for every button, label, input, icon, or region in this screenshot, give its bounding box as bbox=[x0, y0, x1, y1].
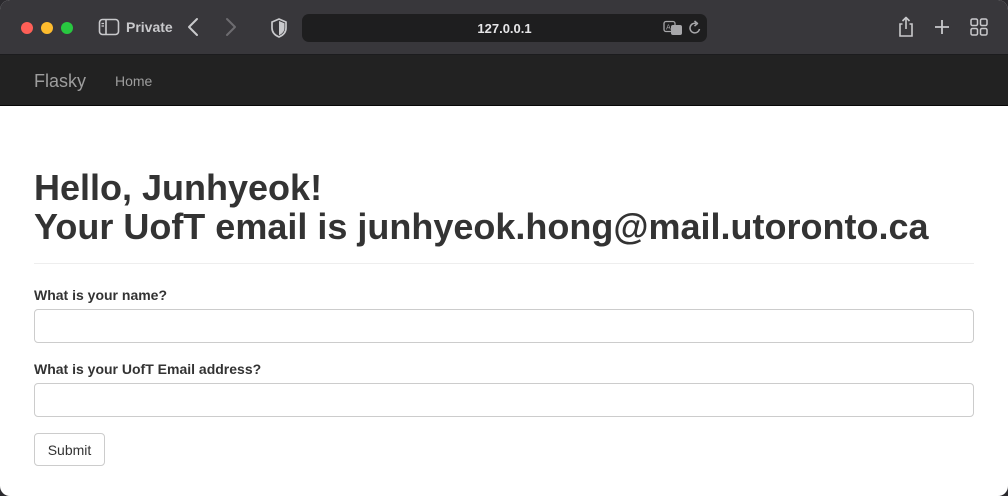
navbar-brand[interactable]: Flasky bbox=[34, 71, 86, 92]
page-header: Hello, Junhyeok! Your UofT email is junh… bbox=[34, 168, 974, 246]
header-divider bbox=[34, 263, 974, 264]
name-input[interactable] bbox=[34, 309, 974, 343]
svg-text:A: A bbox=[666, 24, 671, 32]
reload-icon[interactable] bbox=[688, 20, 702, 36]
url-text: 127.0.0.1 bbox=[477, 21, 532, 36]
shield-icon[interactable] bbox=[268, 17, 290, 39]
site-navbar: Flasky Home bbox=[0, 55, 1008, 106]
greeting-heading: Hello, Junhyeok! Your UofT email is junh… bbox=[34, 168, 974, 246]
back-icon[interactable] bbox=[184, 16, 204, 38]
tab-overview-icon[interactable] bbox=[970, 18, 988, 36]
sidebar-icon[interactable] bbox=[98, 18, 120, 36]
nav-link-home[interactable]: Home bbox=[115, 73, 152, 89]
translate-icon[interactable]: A bbox=[663, 20, 683, 36]
plus-icon[interactable] bbox=[932, 17, 952, 37]
browser-toolbar: Private 127.0.0.1 A bbox=[0, 0, 1008, 55]
share-icon[interactable] bbox=[896, 15, 916, 39]
name-label: What is your name? bbox=[34, 287, 168, 303]
address-bar[interactable]: 127.0.0.1 A bbox=[302, 14, 707, 42]
email-input[interactable] bbox=[34, 383, 974, 417]
browser-window: Private 127.0.0.1 A Flasky Home Hello, J… bbox=[0, 0, 1008, 496]
email-text: Your UofT email is junhyeok.hong@mail.ut… bbox=[34, 206, 929, 247]
email-label: What is your UofT Email address? bbox=[34, 361, 262, 377]
private-mode-label: Private bbox=[126, 19, 173, 35]
close-window-button[interactable] bbox=[21, 22, 33, 34]
minimize-window-button[interactable] bbox=[41, 22, 53, 34]
zoom-window-button[interactable] bbox=[61, 22, 73, 34]
greeting-text: Hello, Junhyeok! bbox=[34, 167, 323, 208]
submit-button[interactable]: Submit bbox=[34, 433, 105, 466]
forward-icon[interactable] bbox=[220, 16, 240, 38]
